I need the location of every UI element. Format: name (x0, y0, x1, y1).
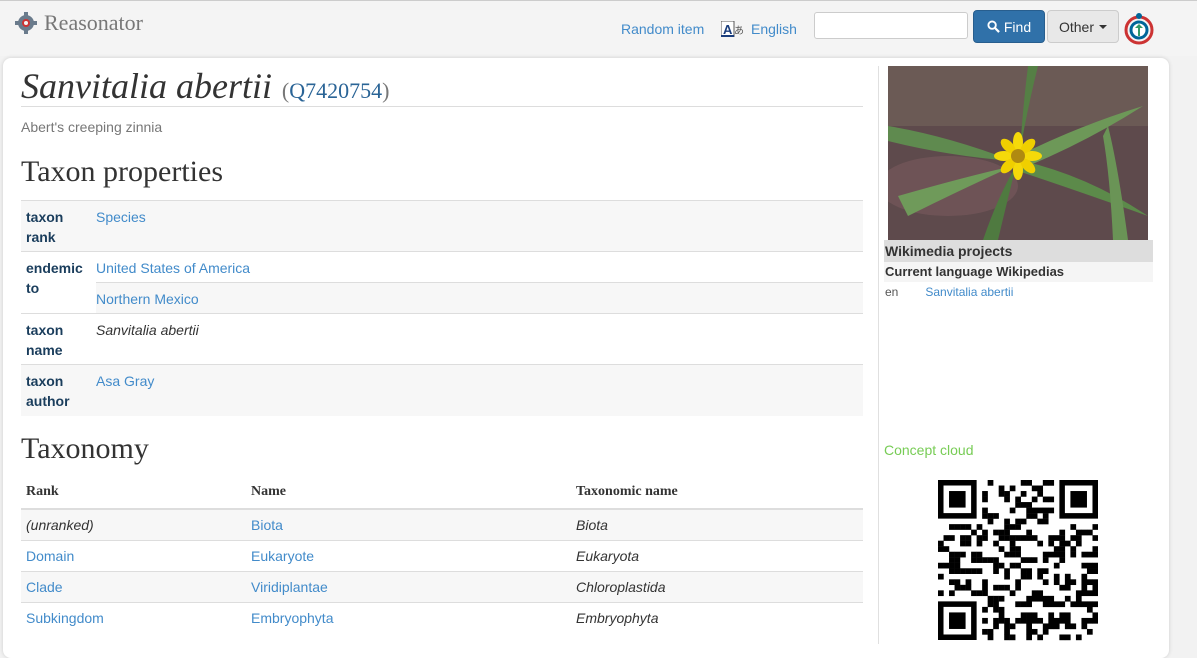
name-link[interactable]: Biota (251, 517, 283, 533)
table-row: Domain Eukaryote Eukaryota (21, 540, 863, 572)
taxonomic-name-cell: Biota (576, 517, 608, 533)
sidebar-divider (878, 66, 879, 644)
current-language-header: Current language Wikipedias (884, 262, 1153, 282)
name-link[interactable]: Viridiplantae (251, 579, 328, 595)
name-link[interactable]: Eukaryote (251, 548, 314, 564)
reasonator-logo-icon (15, 12, 37, 34)
property-key: taxon rank (26, 209, 64, 245)
other-dropdown-button[interactable]: Other (1047, 10, 1119, 43)
property-value-link[interactable]: Northern Mexico (96, 291, 199, 307)
taxonomy-heading: Taxonomy (21, 432, 149, 465)
translate-icon: A あ (721, 21, 744, 37)
wikipedia-link-row: en Sanvitalia abertii (885, 285, 1013, 299)
search-icon (987, 20, 1000, 33)
taxon-properties-heading: Taxon properties (21, 155, 224, 188)
property-key: endemic to (26, 260, 83, 296)
property-value-link[interactable]: Asa Gray (96, 373, 154, 389)
wiki-language-code: en (885, 285, 899, 299)
property-row: taxon rank Species (21, 200, 863, 252)
taxonomic-name-cell: Eukaryota (576, 548, 640, 564)
page-title: Sanvitalia abertii (21, 66, 272, 106)
wikipedia-article-link[interactable]: Sanvitalia abertii (925, 285, 1013, 299)
column-header-name: Name (246, 478, 571, 510)
property-row: Northern Mexico (21, 282, 863, 314)
taxonomic-name-cell: Chloroplastida (576, 579, 666, 595)
rank-link[interactable]: Subkingdom (26, 610, 104, 626)
random-item-link[interactable]: Random item (621, 21, 704, 37)
find-label: Find (1003, 18, 1032, 35)
taxonomic-name-cell: Embryophyta (576, 610, 659, 626)
table-row: Subkingdom Embryophyta Embryophyta (21, 602, 863, 633)
property-value-text: Sanvitalia abertii (96, 322, 199, 338)
language-label: English (751, 21, 797, 37)
species-photo[interactable] (888, 66, 1148, 240)
name-link[interactable]: Embryophyta (251, 610, 333, 626)
item-description: Abert's creeping zinnia (21, 119, 163, 135)
property-row: taxon author Asa Gray (21, 364, 863, 416)
property-row: endemic to United States of America (21, 251, 863, 296)
rank-cell: (unranked) (26, 517, 94, 533)
rank-link[interactable]: Domain (26, 548, 74, 564)
table-row: (unranked) Biota Biota (21, 508, 863, 541)
table-row: Clade Viridiplantae Chloroplastida (21, 571, 863, 603)
wikimedia-projects-header: Wikimedia projects (884, 240, 1153, 262)
other-label: Other (1058, 18, 1094, 35)
property-row: taxon name Sanvitalia abertii (21, 313, 863, 365)
brand[interactable]: Reasonator (14, 10, 143, 36)
svg-text:A: A (723, 22, 733, 37)
property-key: taxon author (26, 373, 70, 409)
property-key: taxon name (26, 322, 64, 358)
find-button[interactable]: Find (973, 10, 1045, 43)
column-header-taxonomic-name: Taxonomic name (571, 478, 863, 510)
qid-link[interactable]: Q7420754 (289, 78, 382, 103)
svg-text:あ: あ (734, 25, 744, 37)
property-value-link[interactable]: United States of America (96, 260, 250, 276)
search-input[interactable] (814, 12, 968, 39)
qid-badge: (Q7420754) (281, 78, 390, 103)
navbar: Reasonator Random item A あ English Find … (0, 0, 1197, 56)
table-header-row: Rank Name Taxonomic name (21, 478, 863, 510)
page-title-block: Sanvitalia abertii (Q7420754) (21, 64, 863, 107)
caret-down-icon (1099, 24, 1107, 29)
brand-name: Reasonator (44, 10, 143, 35)
language-selector[interactable]: A あ English (721, 21, 797, 37)
taxon-properties-table: taxon rank Species endemic to United Sta… (21, 200, 863, 416)
wikimedia-commons-icon[interactable] (1123, 12, 1155, 46)
column-header-rank: Rank (21, 478, 246, 510)
concept-cloud-link[interactable]: Concept cloud (884, 442, 974, 458)
taxonomy-table: Rank Name Taxonomic name (unranked) Biot… (21, 478, 863, 633)
rank-link[interactable]: Clade (26, 579, 63, 595)
qr-code-icon (938, 480, 1098, 644)
property-value-link[interactable]: Species (96, 209, 146, 225)
